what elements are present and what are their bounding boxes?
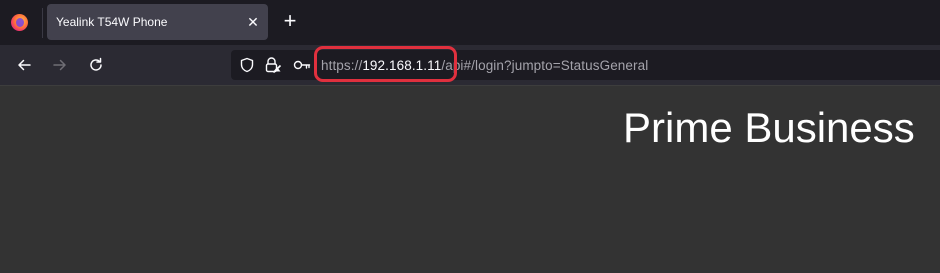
back-arrow-icon: [18, 59, 31, 71]
forward-arrow-icon: [53, 59, 66, 71]
key-icon[interactable]: [293, 56, 311, 74]
reload-icon: [90, 57, 102, 71]
url-host-highlight-annotation: [314, 46, 457, 82]
close-icon[interactable]: ✕: [244, 13, 262, 31]
forward-button[interactable]: [48, 53, 72, 77]
page-heading: Prime Business: [623, 104, 915, 151]
tab-title: Yealink T54W Phone: [56, 15, 168, 29]
back-button[interactable]: [12, 53, 36, 77]
reload-button[interactable]: [84, 53, 108, 77]
firefox-icon[interactable]: [11, 14, 28, 31]
tab-separator: [42, 8, 43, 38]
new-tab-button[interactable]: +: [279, 10, 301, 33]
tab-bar: Yealink T54W Phone ✕ +: [0, 0, 940, 45]
tracking-protection-shield-icon[interactable]: [238, 56, 256, 74]
url-path: /api#/login?jumpto=StatusGeneral: [441, 58, 649, 73]
insecure-lock-icon[interactable]: [264, 56, 282, 74]
content-divider: [0, 85, 940, 86]
tab-yealink[interactable]: Yealink T54W Phone ✕: [47, 4, 268, 40]
